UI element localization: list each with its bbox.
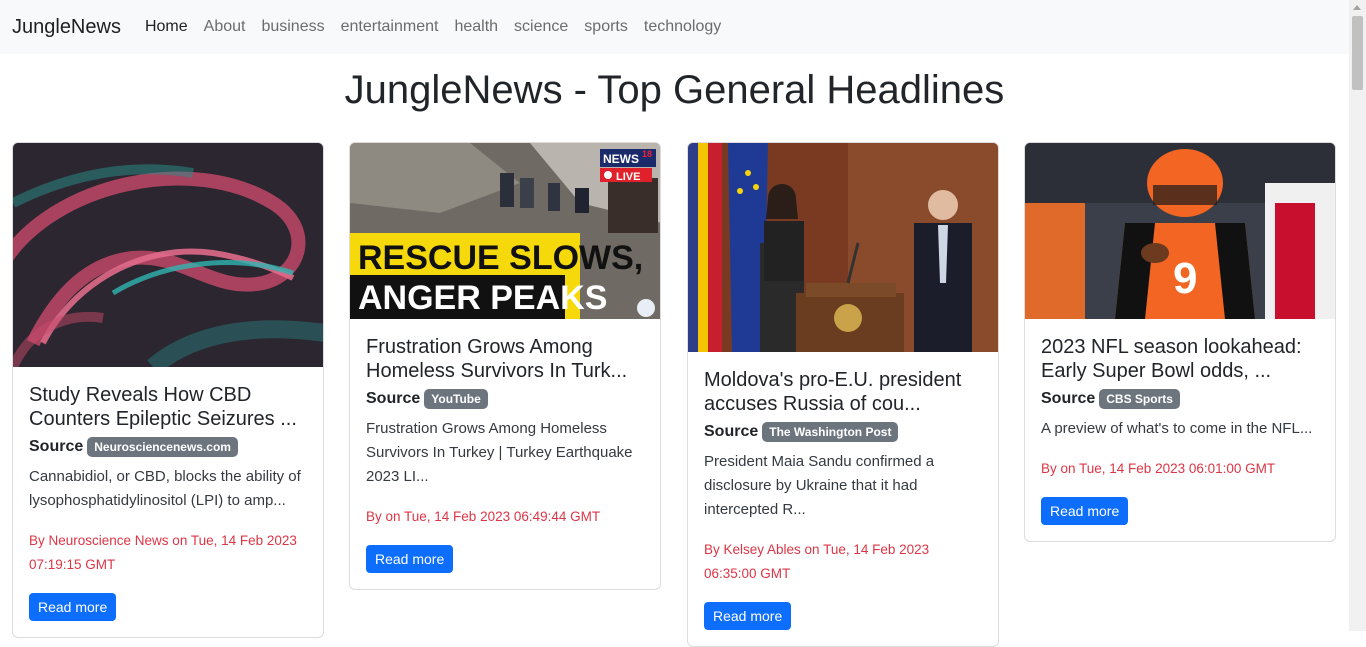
card-title: Frustration Grows Among Homeless Survivo…	[366, 336, 628, 382]
nav-about[interactable]: About	[204, 18, 246, 36]
nav-sports[interactable]: sports	[584, 18, 628, 36]
source-label: Source	[1041, 390, 1096, 407]
card-description: President Maia Sandu confirmed a disclos…	[704, 453, 935, 518]
source-row: Source YouTube	[366, 389, 644, 409]
news-card: Moldova's pro-E.U. president accuses Rus…	[687, 142, 999, 647]
article-image[interactable]	[13, 143, 323, 367]
card-title: Study Reveals How CBD Counters Epileptic…	[29, 384, 297, 430]
source-badge: CBS Sports	[1099, 389, 1180, 409]
card-description: Cannabidiol, or CBD, blocks the ability …	[29, 468, 301, 509]
card-description: A preview of what's to come in the NFL..…	[1041, 420, 1313, 437]
card-title: 2023 NFL season lookahead: Early Super B…	[1041, 336, 1302, 382]
news-card: Study Reveals How CBD Counters Epileptic…	[12, 142, 324, 638]
thumbnail-headline-1: RESCUE SLOWS,	[358, 239, 643, 277]
card-description: Frustration Grows Among Homeless Survivo…	[366, 420, 633, 485]
thumbnail-headline-2: ANGER PEAKS	[358, 279, 607, 317]
scroll-up-arrow-icon[interactable]	[1353, 5, 1361, 10]
news-card: 9 2023 NFL season lookahead: Early Super…	[1024, 142, 1336, 542]
rescue-thumbnail-image: RESCUE SLOWS, ANGER PEAKS NEWS 18 LIVE	[350, 143, 660, 319]
source-badge: YouTube	[424, 389, 488, 409]
article-image[interactable]: 9	[1025, 143, 1335, 319]
source-label: Source	[366, 390, 421, 407]
card-title: Moldova's pro-E.U. president accuses Rus…	[704, 369, 962, 415]
source-row: Source CBS Sports	[1041, 389, 1319, 409]
card-byline: By Neuroscience News on Tue, 14 Feb 2023…	[29, 533, 297, 572]
read-more-button[interactable]: Read more	[1041, 497, 1129, 525]
nav-home[interactable]: Home	[145, 18, 188, 36]
scrollbar-thumb[interactable]	[1352, 16, 1363, 90]
read-more-button[interactable]: Read more	[366, 545, 454, 573]
article-image[interactable]	[688, 143, 998, 352]
source-badge: The Washington Post	[762, 422, 899, 442]
brain-tissue-image	[13, 143, 323, 367]
news18-logo-text: NEWS	[603, 152, 639, 166]
nav-technology[interactable]: technology	[644, 18, 721, 36]
article-image[interactable]: RESCUE SLOWS, ANGER PEAKS NEWS 18 LIVE	[350, 143, 660, 319]
live-badge-text: LIVE	[616, 171, 640, 183]
source-row: Source Neurosciencenews.com	[29, 437, 307, 457]
card-byline: By on Tue, 14 Feb 2023 06:01:00 GMT	[1041, 461, 1276, 476]
football-player-image: 9	[1025, 143, 1335, 319]
source-label: Source	[29, 438, 84, 455]
nav-science[interactable]: science	[514, 18, 568, 36]
read-more-button[interactable]: Read more	[29, 593, 117, 621]
jersey-number: 9	[1173, 254, 1197, 303]
source-badge: Neurosciencenews.com	[87, 437, 238, 457]
read-more-button[interactable]: Read more	[704, 602, 792, 630]
source-label: Source	[704, 423, 759, 440]
nav-health[interactable]: health	[454, 18, 498, 36]
nav-business[interactable]: business	[261, 18, 324, 36]
source-row: Source The Washington Post	[704, 422, 982, 442]
vertical-scrollbar[interactable]	[1349, 0, 1366, 631]
news18-logo-number: 18	[642, 149, 652, 159]
news-card: RESCUE SLOWS, ANGER PEAKS NEWS 18 LIVE F…	[349, 142, 661, 590]
page-title: JungleNews - Top General Headlines	[344, 68, 1005, 112]
card-byline: By Kelsey Ables on Tue, 14 Feb 2023 06:3…	[704, 542, 930, 581]
press-conference-image	[688, 143, 998, 352]
card-byline: By on Tue, 14 Feb 2023 06:49:44 GMT	[366, 509, 601, 524]
brand-link[interactable]: JungleNews	[12, 16, 121, 39]
nav-entertainment[interactable]: entertainment	[341, 18, 439, 36]
navbar: JungleNews Home About business entertain…	[0, 0, 1349, 54]
